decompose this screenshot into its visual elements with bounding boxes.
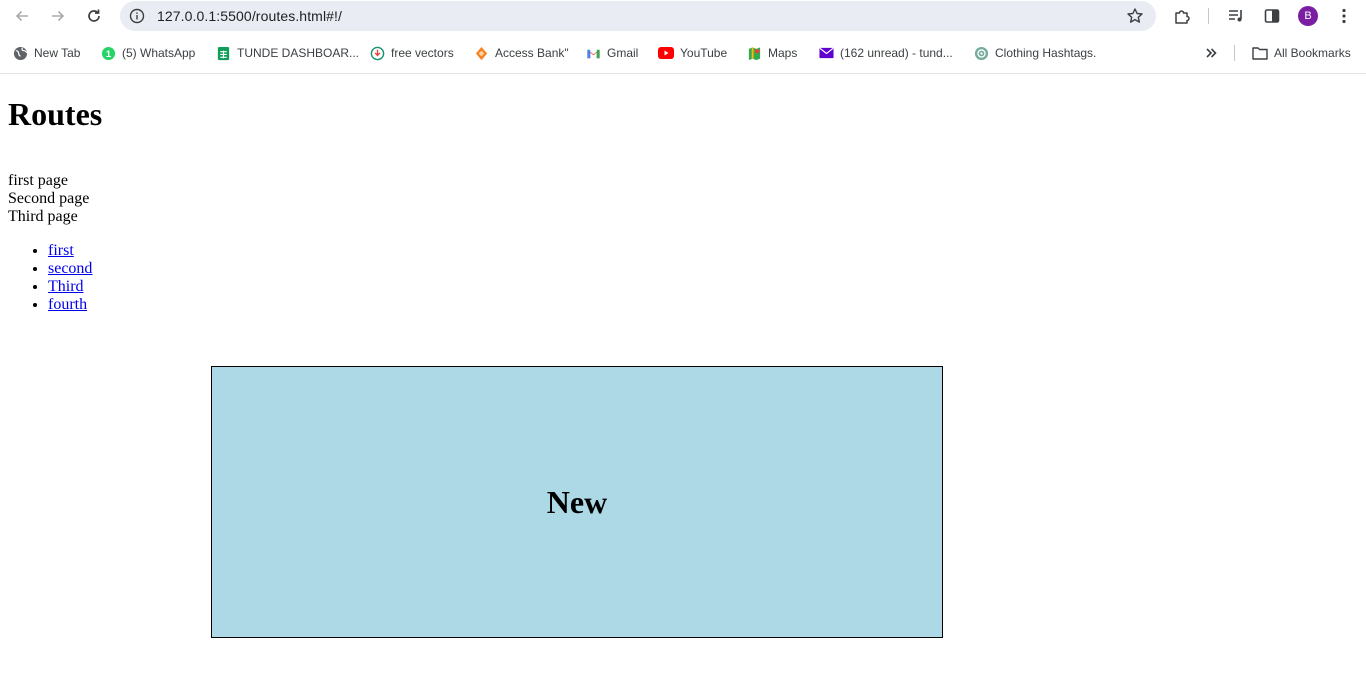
arrow-right-icon bbox=[52, 10, 65, 22]
link-third[interactable]: Third bbox=[48, 278, 84, 295]
media-controls-icon[interactable] bbox=[1224, 4, 1248, 28]
toolbar-separator bbox=[1208, 8, 1209, 24]
bookmark-new-tab[interactable]: New Tab bbox=[12, 44, 80, 62]
bookmark-gmail[interactable]: Gmail bbox=[585, 44, 638, 62]
bookmark-whatsapp[interactable]: 1 (5) WhatsApp bbox=[100, 44, 195, 62]
text-line-first: first page bbox=[8, 172, 68, 189]
list-item: first bbox=[48, 242, 92, 260]
arrow-left-icon bbox=[15, 10, 28, 22]
gmail-icon bbox=[585, 45, 601, 61]
view-heading: New bbox=[546, 483, 608, 520]
chatgpt-icon bbox=[973, 45, 989, 61]
folder-icon bbox=[1252, 45, 1268, 61]
all-bookmarks-button[interactable]: All Bookmarks bbox=[1252, 44, 1351, 62]
bookmark-youtube[interactable]: YouTube bbox=[658, 44, 727, 62]
page-viewport: Routes first page Second page Third page… bbox=[0, 74, 1366, 677]
maps-icon bbox=[746, 45, 762, 61]
browser-toolbar: 127.0.0.1:5500/routes.html#!/ B bbox=[0, 0, 1366, 32]
forward-button[interactable] bbox=[46, 4, 70, 28]
list-item: second bbox=[48, 260, 92, 278]
bookmark-maps[interactable]: Maps bbox=[746, 44, 797, 62]
bookmark-access-bank[interactable]: Access Bank" bbox=[473, 44, 569, 62]
sheets-icon bbox=[215, 45, 231, 61]
list-item: Third bbox=[48, 278, 92, 296]
text-line-second: Second page bbox=[8, 190, 90, 207]
bookmarks-separator bbox=[1234, 45, 1235, 61]
bookmark-clothing-hashtags[interactable]: Clothing Hashtags. bbox=[973, 44, 1096, 62]
page-title: Routes bbox=[8, 96, 103, 132]
link-fourth[interactable]: fourth bbox=[48, 296, 87, 313]
reload-button[interactable] bbox=[82, 4, 106, 28]
address-bar[interactable]: 127.0.0.1:5500/routes.html#!/ bbox=[120, 1, 1156, 31]
page-text-lines: first page Second page Third page bbox=[8, 172, 89, 226]
text-line-third: Third page bbox=[8, 208, 78, 225]
profile-avatar[interactable]: B bbox=[1298, 6, 1318, 26]
youtube-icon bbox=[658, 45, 674, 61]
bookmark-yahoo-mail[interactable]: (162 unread) - tund... bbox=[818, 44, 953, 62]
bookmark-free-vectors[interactable]: free vectors bbox=[369, 44, 454, 62]
link-first[interactable]: first bbox=[48, 242, 74, 259]
route-view-box: New bbox=[211, 366, 943, 638]
bookmark-tunde-dashboard[interactable]: TUNDE DASHBOAR... bbox=[215, 44, 359, 62]
whatsapp-icon: 1 bbox=[100, 45, 116, 61]
globe-icon bbox=[12, 45, 28, 61]
kebab-menu-icon[interactable] bbox=[1332, 4, 1356, 28]
download-icon bbox=[369, 45, 385, 61]
star-icon[interactable] bbox=[1126, 7, 1144, 25]
back-button[interactable] bbox=[10, 4, 34, 28]
mail-icon bbox=[818, 45, 834, 61]
more-bookmarks-icon[interactable] bbox=[1200, 43, 1222, 63]
access-bank-icon bbox=[473, 45, 489, 61]
extensions-icon[interactable] bbox=[1170, 4, 1194, 28]
address-url[interactable]: 127.0.0.1:5500/routes.html#!/ bbox=[157, 8, 342, 24]
link-second[interactable]: second bbox=[48, 260, 92, 277]
site-info-icon[interactable] bbox=[128, 7, 146, 25]
side-panel-icon[interactable] bbox=[1260, 4, 1284, 28]
route-link-list: first second Third fourth bbox=[8, 242, 92, 314]
list-item: fourth bbox=[48, 296, 92, 314]
svg-text:1: 1 bbox=[105, 48, 110, 58]
bookmarks-bar: New Tab 1 (5) WhatsApp TUNDE DASHBOAR...… bbox=[0, 37, 1366, 69]
reload-icon bbox=[88, 9, 100, 22]
